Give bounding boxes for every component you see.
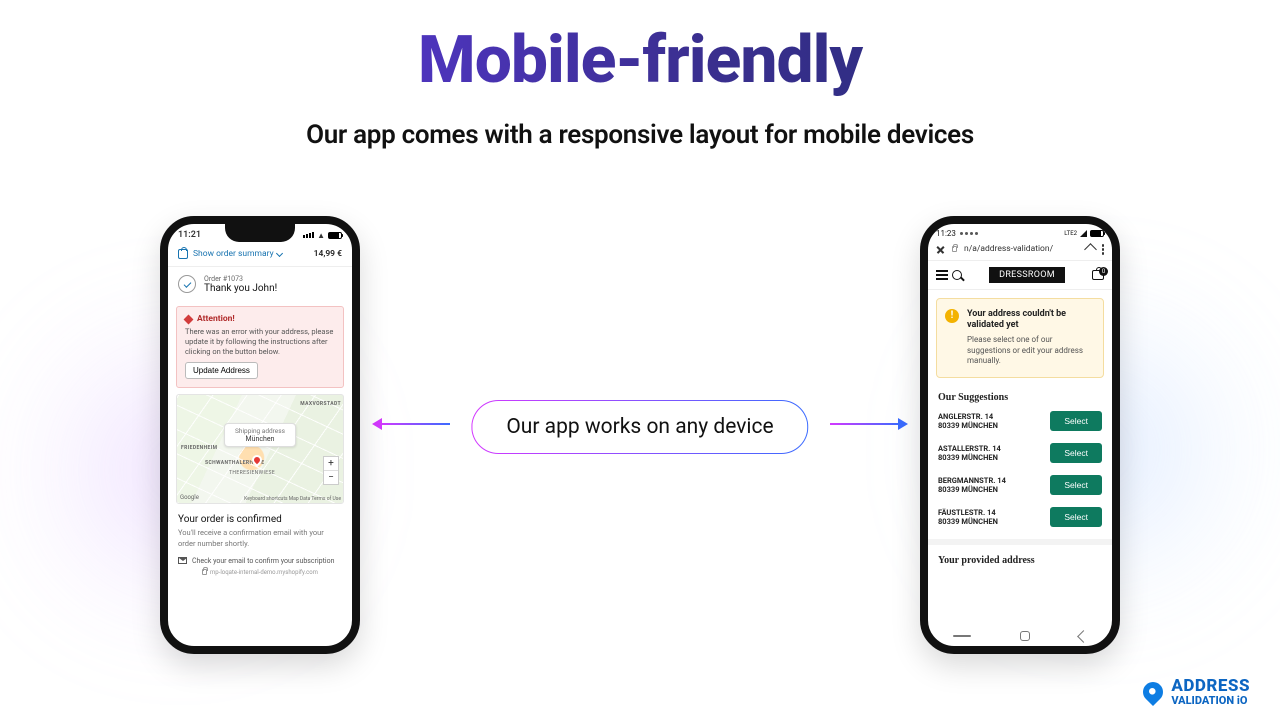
subscription-note: Check your email to confirm your subscri… — [168, 553, 352, 569]
battery-icon — [1090, 230, 1104, 237]
confirmed-heading: Your order is confirmed — [178, 514, 342, 525]
suggestion-row: ASTALLERSTR. 1480339 MÜNCHEN Select — [928, 437, 1112, 469]
share-icon[interactable] — [1084, 243, 1097, 256]
android-navbar[interactable] — [928, 626, 1112, 646]
alert-title: Attention! — [197, 314, 235, 324]
hamburger-icon[interactable] — [936, 270, 948, 279]
suggestion-row: BERGMANNSTR. 1480339 MÜNCHEN Select — [928, 469, 1112, 501]
alert-body: There was an error with your address, pl… — [185, 327, 335, 357]
select-button[interactable]: Select — [1050, 507, 1102, 527]
shipping-map[interactable]: FRIEDENHEIM MAXVORSTADT SCHWANTHALERHÖHE… — [176, 394, 344, 504]
map-area-labels: FRIEDENHEIM MAXVORSTADT SCHWANTHALERHÖHE… — [177, 395, 343, 503]
more-icon[interactable] — [1102, 244, 1105, 255]
close-icon[interactable] — [936, 245, 945, 254]
confirmed-body: You'll receive a confirmation email with… — [178, 528, 342, 548]
suggestion-row: ANGLERSTR. 1480339 MÜNCHEN Select — [928, 405, 1112, 437]
nav-recents-icon[interactable] — [953, 635, 971, 637]
select-button[interactable]: Select — [1050, 443, 1102, 463]
chevron-down-icon — [276, 249, 283, 256]
signal-icon — [1080, 230, 1087, 237]
status-right-icons: LTE2 — [1064, 230, 1104, 237]
arrow-left — [380, 423, 450, 425]
map-attribution: Keyboard shortcuts Map Data Terms of Use — [244, 496, 341, 502]
validation-warning: ! Your address couldn't be validated yet… — [936, 298, 1104, 379]
footer-logo-line1: ADDRESS — [1171, 678, 1250, 695]
update-address-button[interactable]: Update Address — [185, 362, 258, 379]
select-button[interactable]: Select — [1050, 411, 1102, 431]
footer-logo: ADDRESS VALIDATION iO — [1143, 678, 1250, 706]
provided-heading: Your provided address — [928, 539, 1112, 568]
cart-icon — [178, 249, 188, 259]
summary-price: 14,99 € — [314, 249, 342, 259]
status-time: 11:23 — [936, 229, 956, 238]
status-time: 11:21 — [178, 230, 201, 240]
order-number: Order #1073 — [204, 275, 277, 283]
battery-icon — [328, 232, 342, 239]
phone-mockup-iphone: 11:21 ▲ Show order summary 14,99 € Order… — [160, 216, 360, 654]
site-url: mp-loqate-internal-demo.myshopify.com — [168, 569, 352, 580]
address-error-alert: Attention! There was an error with your … — [176, 306, 344, 388]
map-zoom-controls[interactable]: +− — [323, 456, 339, 485]
envelope-icon — [178, 557, 187, 564]
suggestion-row: FÄUSTLESTR. 1480339 MÜNCHEN Select — [928, 501, 1112, 533]
warning-icon: ! — [945, 309, 959, 323]
hero-pill: Our app works on any device — [471, 400, 808, 454]
summary-label: Show order summary — [193, 249, 274, 259]
hero-title: Mobile-friendly — [0, 22, 1280, 99]
map-address-chip: Shipping address München — [224, 423, 296, 447]
status-left-icons — [960, 232, 978, 235]
warning-title: Your address couldn't be validated yet — [967, 309, 1093, 332]
select-button[interactable]: Select — [1050, 475, 1102, 495]
google-logo: Google — [180, 494, 199, 501]
android-status-bar: 11:23 LTE2 — [928, 224, 1112, 239]
shop-navbar: DRESSROOM 0 — [928, 261, 1112, 290]
arrow-right — [830, 423, 900, 425]
thank-you-block: Order #1073 Thank you John! — [168, 267, 352, 302]
order-summary-toggle[interactable]: Show order summary 14,99 € — [168, 242, 352, 267]
page-url: n/a/address-validation/ — [964, 244, 1079, 254]
browser-address-bar[interactable]: n/a/address-validation/ — [928, 239, 1112, 261]
cart-icon[interactable]: 0 — [1092, 270, 1104, 280]
thank-you-text: Thank you John! — [204, 283, 277, 294]
lock-icon — [202, 569, 207, 575]
lock-icon — [952, 246, 957, 252]
suggestions-heading: Our Suggestions — [928, 386, 1112, 405]
phone-mockup-android: 11:23 LTE2 n/a/address-validation/ — [920, 216, 1120, 654]
iphone-notch — [225, 224, 295, 242]
warning-body: Please select one of our suggestions or … — [967, 335, 1093, 367]
footer-logo-line2: VALIDATION iO — [1171, 695, 1250, 706]
wifi-icon: ▲ — [317, 231, 325, 240]
search-icon[interactable] — [952, 270, 962, 280]
signal-icon — [303, 232, 314, 238]
nav-home-icon[interactable] — [1020, 631, 1030, 641]
hero-subtitle: Our app comes with a responsive layout f… — [0, 120, 1280, 150]
check-circle-icon — [178, 275, 196, 293]
order-confirmed-block: Your order is confirmed You'll receive a… — [168, 504, 352, 552]
shop-brand[interactable]: DRESSROOM — [989, 267, 1065, 283]
pin-icon — [1139, 678, 1167, 706]
alert-icon — [184, 314, 194, 324]
nav-back-icon[interactable] — [1077, 630, 1090, 643]
cart-badge: 0 — [1099, 267, 1108, 276]
